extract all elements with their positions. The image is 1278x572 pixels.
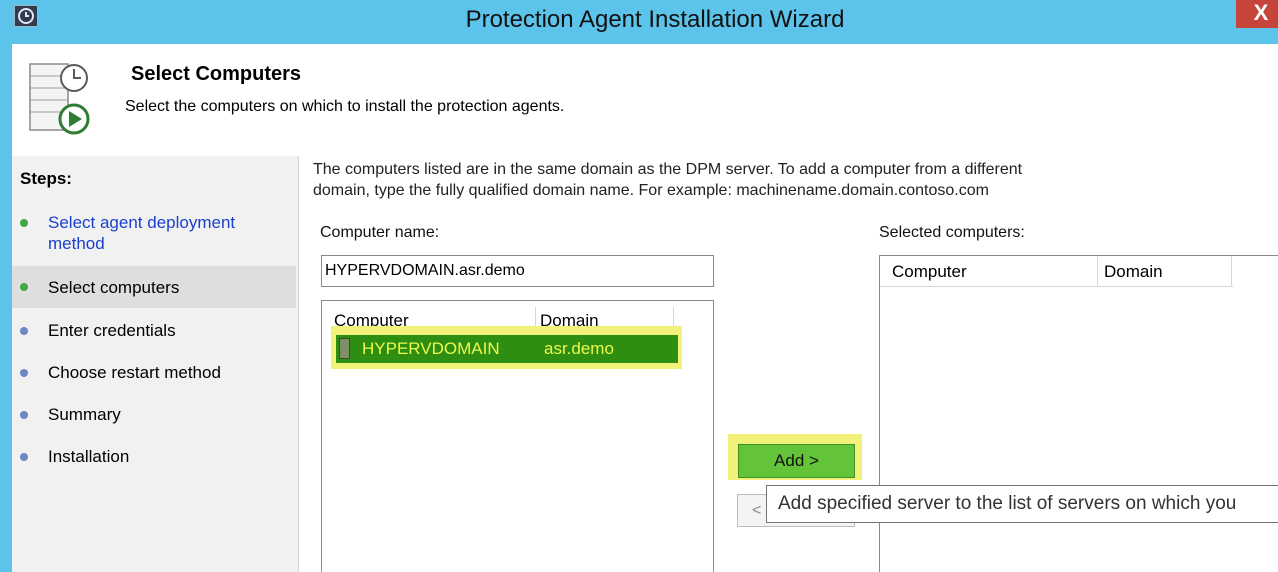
step-choose-restart-method[interactable]: Choose restart method (12, 362, 296, 386)
add-button-tooltip: Add specified server to the list of serv… (766, 485, 1278, 523)
steps-heading: Steps: (20, 169, 72, 188)
step-pending-dot-icon (20, 369, 28, 377)
step-pending-dot-icon (20, 453, 28, 461)
row-domain: asr.demo (544, 339, 614, 358)
wizard-header: Select Computers Select the computers on… (12, 44, 1278, 156)
step-label: Choose restart method (48, 363, 221, 382)
step-current-dot-icon (20, 283, 28, 291)
step-label: Installation (48, 447, 130, 466)
wizard-window: Select Computers Select the computers on… (12, 44, 1278, 572)
instructions-line-2: domain, type the fully qualified domain … (313, 182, 989, 199)
page-subtitle: Select the computers on which to install… (125, 98, 565, 115)
page-title: Select Computers (131, 63, 302, 85)
add-button[interactable]: Add > (738, 444, 855, 478)
schedule-play-icon (24, 56, 94, 145)
step-label: Enter credentials (48, 321, 176, 340)
instructions-line-1: The computers listed are in the same dom… (313, 161, 1023, 178)
step-complete-dot-icon (20, 219, 28, 227)
step-label: Summary (48, 405, 121, 424)
step-pending-dot-icon (20, 411, 28, 419)
column-header-domain[interactable]: Domain (1098, 256, 1232, 286)
instructions-text: The computers listed are in the same dom… (313, 159, 1243, 201)
window-title: Protection Agent Installation Wizard (465, 6, 845, 33)
computer-name-label: Computer name: (320, 224, 440, 241)
list-row[interactable]: HYPERVDOMAIN asr.demo (336, 335, 678, 363)
computer-name-input[interactable]: HYPERVDOMAIN.asr.demo (321, 255, 714, 287)
step-summary[interactable]: Summary (12, 404, 296, 428)
row-computer: HYPERVDOMAIN (362, 339, 500, 358)
step-select-agent-deployment-method[interactable]: Select agent deployment method (12, 212, 296, 256)
step-select-computers[interactable]: Select computers (12, 266, 296, 308)
column-header-computer[interactable]: Computer (888, 256, 1098, 286)
step-label: Select computers (48, 278, 180, 297)
steps-sidebar: Steps: Select agent deployment method Se… (12, 156, 299, 572)
server-icon (339, 338, 350, 359)
title-bar: Protection Agent Installation Wizard X (0, 0, 1278, 44)
step-enter-credentials[interactable]: Enter credentials (12, 320, 296, 344)
list-header: Computer Domain (880, 256, 1233, 287)
step-installation[interactable]: Installation (12, 446, 296, 470)
close-button[interactable]: X (1236, 0, 1278, 28)
step-pending-dot-icon (20, 327, 28, 335)
step-label: Select agent deployment method (48, 213, 236, 253)
selected-computers-list[interactable]: Computer Domain (879, 255, 1278, 572)
selected-computers-label: Selected computers: (879, 224, 1025, 241)
